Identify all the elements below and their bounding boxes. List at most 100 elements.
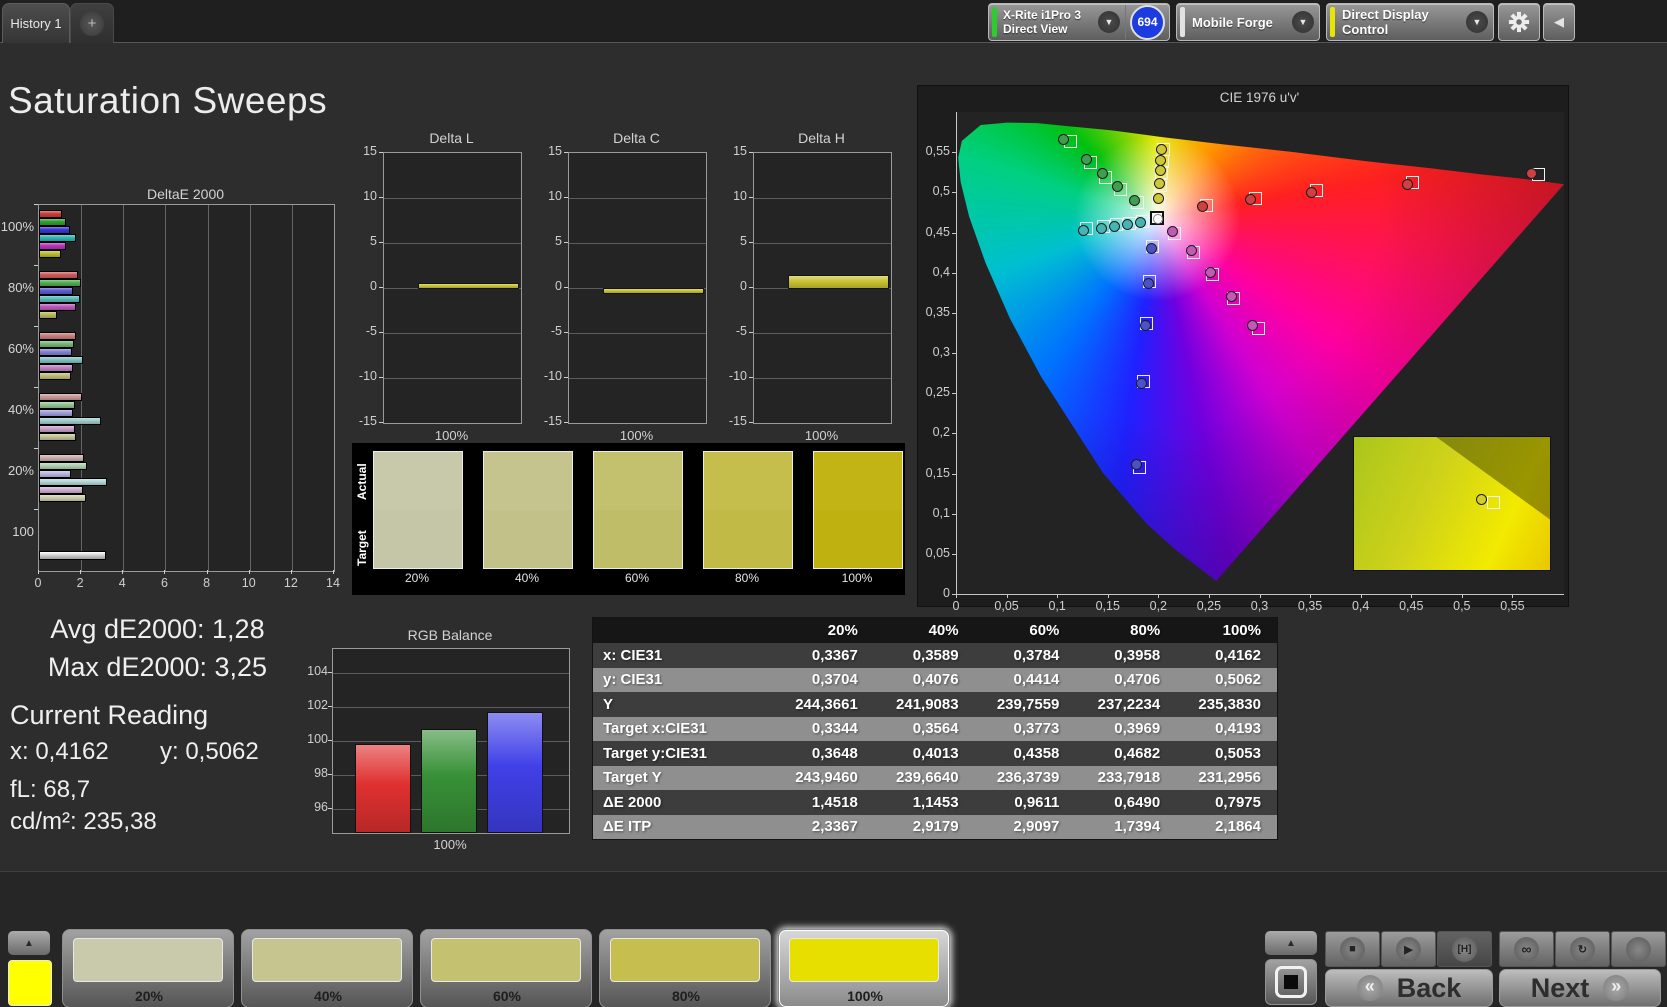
patch-button-40%[interactable]: 40%: [241, 929, 413, 1007]
x-tick-label: 14: [313, 576, 353, 590]
patch-swatch: [73, 938, 223, 982]
x-tick-label: 4: [102, 576, 142, 590]
y-tick-label: 10: [532, 189, 562, 203]
row-label: x: CIE31: [593, 647, 773, 664]
y-tick-label: 0,5: [918, 184, 950, 198]
x-tick: [249, 570, 250, 574]
cie-measured-point-yellow: [1153, 193, 1164, 204]
y-tick: [564, 197, 568, 198]
inset-measured-point: [1476, 494, 1487, 505]
x-tick-label: 0,35: [1290, 599, 1330, 613]
expand-transport-panel-button[interactable]: ▲: [1265, 931, 1317, 955]
delta-bar: [788, 275, 889, 289]
next-button[interactable]: Next »: [1499, 969, 1661, 1007]
play-button[interactable]: ▶: [1381, 931, 1436, 967]
cie-measured-point-red: [1306, 187, 1317, 198]
deltae-bar: [39, 279, 81, 287]
y-tick-label: 102: [300, 698, 328, 712]
deltae-bar: [39, 218, 66, 226]
deltae-bar: [39, 242, 66, 250]
rgb-plot-area: [332, 648, 570, 834]
x-tick-label: 0,4: [1341, 599, 1381, 613]
y-tick: [379, 152, 383, 153]
y-tick: [749, 287, 753, 288]
meter-reading-badge[interactable]: 694: [1130, 5, 1165, 40]
x-axis-label: 100%: [568, 428, 705, 443]
gridline: [208, 205, 209, 571]
expand-patch-panel-button[interactable]: ▲: [8, 931, 50, 955]
meter-name: X-Rite i1Pro 3: [1003, 8, 1093, 22]
loop-button[interactable]: ∞: [1499, 931, 1554, 967]
cie-white-point: [1150, 211, 1164, 225]
repeat-button[interactable]: ↻: [1555, 931, 1610, 967]
x-tick-label: 0: [936, 599, 976, 613]
cie-measured-point-green: [1058, 134, 1069, 145]
add-tab-button[interactable]: +: [70, 3, 114, 43]
inset-shade: [1354, 437, 1550, 570]
cie-measured-point-blue: [1146, 243, 1157, 254]
gridline: [384, 378, 521, 379]
row-label: Target Y: [593, 769, 773, 786]
arrow-up-icon: ▲: [1286, 938, 1296, 949]
y-tick-label: 0,2: [918, 425, 950, 439]
cie-measured-point-green: [1129, 195, 1140, 206]
table-cell: 236,3739: [975, 769, 1076, 786]
settings-button[interactable]: [1498, 3, 1540, 41]
source-dropdown[interactable]: Mobile Forge ▼: [1176, 3, 1320, 41]
table-cell: 237,2234: [1075, 696, 1176, 713]
cie-measured-point-magenta: [1226, 291, 1237, 302]
rgb-bar-red: [355, 744, 411, 833]
gridline: [754, 243, 891, 244]
x-tick: [164, 570, 165, 574]
table-row: ΔE 20001,45181,14530,96110,64900,7975: [593, 790, 1277, 815]
stop-button[interactable]: ■: [1325, 931, 1380, 967]
display-control-dropdown[interactable]: Direct Display Control ▼: [1326, 3, 1494, 41]
table-row: Target Y243,9460239,6640236,3739233,7918…: [593, 766, 1277, 791]
pattern-hold-button[interactable]: [H]: [1437, 931, 1492, 967]
cie-measured-point-yellow: [1155, 165, 1166, 176]
y-tick: [749, 242, 753, 243]
x-tick: [38, 570, 39, 574]
x-tick: [207, 570, 208, 574]
record-button[interactable]: [1611, 931, 1666, 967]
history-tab[interactable]: History 1: [2, 3, 70, 43]
patch-button-20%[interactable]: 20%: [62, 929, 234, 1007]
current-x: x: 0,4162: [10, 738, 109, 766]
top-bar: History 1 + X-Rite i1Pro 3 Direct View ▼…: [0, 0, 1667, 43]
collapse-panel-button[interactable]: ◀: [1543, 3, 1575, 41]
deltae-bar: [39, 340, 74, 348]
gear-icon: [1508, 11, 1530, 33]
cie-measured-point-cyan: [1109, 221, 1120, 232]
patch-button-80%[interactable]: 80%: [599, 929, 771, 1007]
table-cell: 1,1453: [874, 794, 975, 811]
repeat-icon: ↻: [1570, 937, 1595, 962]
table-cell: 241,9083: [874, 696, 975, 713]
table-cell: 0,3344: [773, 720, 874, 737]
white-point-circle: [1153, 214, 1163, 224]
y-tick-label: 100: [300, 732, 328, 746]
y-tick: [564, 242, 568, 243]
y-tick: [952, 192, 956, 193]
y-tick-label: 96: [300, 800, 328, 814]
deltae-bar: [39, 210, 62, 218]
delta-l-plot-area: [383, 152, 522, 424]
gridline: [569, 378, 706, 379]
patch-button-100%[interactable]: 100%: [778, 929, 950, 1007]
patch-button-label: 40%: [242, 988, 414, 1004]
divider: [1125, 5, 1126, 39]
meter-dropdown[interactable]: X-Rite i1Pro 3 Direct View ▼ 694: [988, 3, 1170, 41]
table-cell: 2,3367: [773, 818, 874, 835]
y-tick: [952, 353, 956, 354]
deltae-bar: [39, 551, 106, 560]
next-button-label: Next: [1531, 973, 1590, 1004]
patch-button-60%[interactable]: 60%: [420, 929, 592, 1007]
x-tick: [333, 570, 334, 574]
delta-chart-title: Delta H: [753, 130, 890, 146]
cie-measured-point-cyan: [1096, 223, 1107, 234]
swatch-label: 40%: [477, 571, 577, 585]
rgb-xlabel: 100%: [332, 837, 568, 852]
back-button[interactable]: « Back: [1325, 969, 1493, 1007]
x-tick: [1361, 594, 1362, 598]
deltae-bar: [39, 332, 76, 340]
stop-pattern-button[interactable]: [1265, 959, 1317, 1005]
